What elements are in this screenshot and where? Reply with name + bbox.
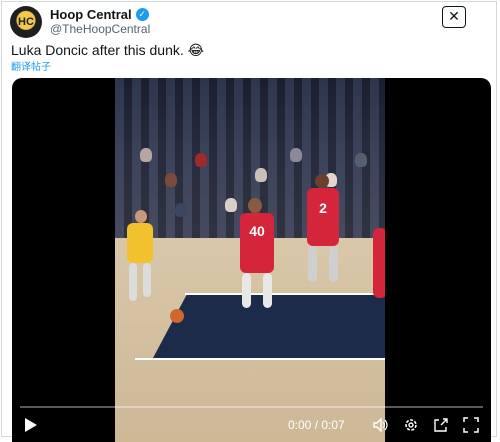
x-logo-icon[interactable]: ✕: [442, 6, 466, 28]
video-time: 0:00 / 0:07: [288, 416, 345, 434]
video-frame: 40 2: [115, 78, 385, 442]
video-player[interactable]: 40 2 0:00 / 0:07: [12, 78, 491, 442]
play-icon[interactable]: [22, 416, 40, 434]
popout-icon[interactable]: [432, 416, 450, 434]
player-raptors-2: [307, 188, 339, 246]
translate-post-link[interactable]: 翻译帖子: [11, 58, 51, 73]
jersey-number: 40: [249, 223, 265, 239]
player-raptors-40: [240, 213, 274, 273]
author-name[interactable]: Hoop Central: [50, 7, 132, 22]
verified-badge-icon: ✓: [135, 8, 149, 21]
time-total: 0:07: [321, 418, 345, 432]
time-current: 0:00: [288, 418, 312, 432]
author-handle[interactable]: @TheHoopCentral: [50, 22, 150, 36]
basketball: [170, 309, 184, 323]
author-avatar[interactable]: HC: [10, 6, 42, 38]
author-name-row[interactable]: Hoop Central ✓: [50, 7, 149, 22]
avatar-initials: HC: [18, 16, 34, 28]
tweet-text: Luka Doncic after this dunk. 😂: [11, 42, 205, 58]
gear-icon[interactable]: [402, 416, 420, 434]
volume-icon[interactable]: [372, 416, 390, 434]
tweet-card: HC Hoop Central ✓ @TheHoopCentral ✕ Luka…: [1, 1, 497, 442]
video-progress-bar[interactable]: [20, 406, 483, 408]
fullscreen-icon[interactable]: [462, 416, 480, 434]
jersey-number: 2: [319, 200, 327, 216]
time-separator: /: [311, 418, 322, 432]
player-lakers: [127, 223, 153, 263]
